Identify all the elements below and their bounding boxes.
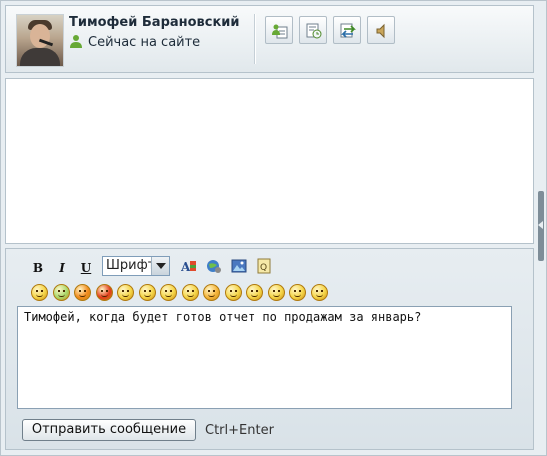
- font-select-value: Шрифт: [106, 258, 156, 273]
- user-info-button[interactable]: [265, 16, 293, 44]
- speaker-icon: [376, 23, 385, 39]
- transfer-icon: [340, 23, 356, 38]
- chevron-down-icon: [151, 257, 169, 275]
- flower-smiley-icon[interactable]: [52, 284, 70, 301]
- user-card-icon: [272, 24, 288, 39]
- smile-icon[interactable]: [117, 284, 134, 301]
- send-message-button[interactable]: Отправить сообщение: [22, 419, 196, 441]
- online-status: Сейчас на сайте: [69, 34, 200, 50]
- tongue-smiley-icon[interactable]: [203, 284, 220, 301]
- history-button[interactable]: [299, 16, 327, 44]
- sad-smiley-icon[interactable]: [160, 284, 177, 301]
- panel-resize-handle[interactable]: [538, 191, 544, 261]
- message-input[interactable]: Тимофей, когда будет готов отчет по прод…: [17, 306, 512, 409]
- history-clock-icon: [306, 23, 322, 39]
- quote-icon[interactable]: Q: [256, 258, 272, 274]
- link-icon[interactable]: [206, 258, 222, 274]
- angry-smiley-icon[interactable]: [138, 284, 156, 301]
- message-history[interactable]: [5, 78, 534, 244]
- neutral-smiley-icon[interactable]: [289, 284, 306, 301]
- chat-header: Тимофей Барановский Сейчас на сайте: [5, 5, 534, 73]
- bold-button[interactable]: B: [32, 257, 44, 279]
- grin-smiley-icon[interactable]: [246, 284, 263, 301]
- user-name[interactable]: Тимофей Барановский: [69, 15, 240, 30]
- wink-smiley-icon[interactable]: [310, 284, 328, 301]
- cool-smiley-icon[interactable]: [224, 284, 242, 301]
- worried-smiley-icon[interactable]: [267, 284, 285, 301]
- chat-window: Тимофей Барановский Сейчас на сайте B I …: [0, 0, 547, 456]
- confused-smiley-icon[interactable]: [181, 284, 199, 301]
- font-select[interactable]: Шрифт: [102, 256, 170, 276]
- question-smiley-icon[interactable]: [74, 284, 91, 301]
- image-icon[interactable]: [231, 258, 247, 274]
- avatar[interactable]: [16, 14, 64, 67]
- laugh-smiley-icon[interactable]: [31, 284, 48, 301]
- transfer-button[interactable]: [333, 16, 361, 44]
- sound-button[interactable]: [367, 16, 395, 44]
- text-color-icon[interactable]: A: [181, 258, 197, 274]
- italic-button[interactable]: I: [56, 257, 68, 279]
- status-text: Сейчас на сайте: [88, 35, 201, 50]
- shortcut-hint: Ctrl+Enter: [205, 423, 274, 438]
- svg-text:A: A: [181, 260, 191, 274]
- header-divider: [254, 14, 256, 64]
- svg-text:Q: Q: [260, 263, 267, 273]
- underline-button[interactable]: U: [80, 257, 92, 279]
- user-online-icon: [69, 34, 83, 48]
- exclamation-smiley-icon[interactable]: [95, 284, 113, 301]
